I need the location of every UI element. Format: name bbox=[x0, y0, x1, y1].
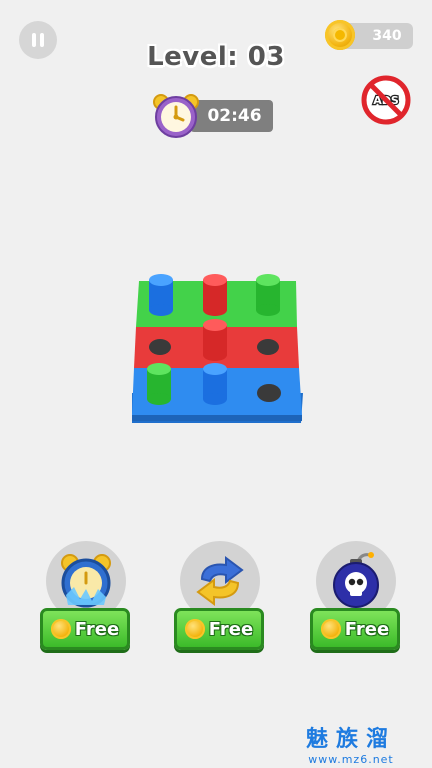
watermark: 魅族溜 www.mz6.net bbox=[296, 727, 406, 766]
board-hole[interactable] bbox=[149, 339, 171, 355]
booster-freeze[interactable]: Free bbox=[40, 541, 132, 651]
coin-icon bbox=[50, 619, 71, 639]
coin-icon bbox=[320, 619, 341, 639]
skull-bomb-icon bbox=[333, 552, 379, 608]
board-hole[interactable] bbox=[257, 384, 281, 402]
booster-bomb-free-button[interactable]: Free bbox=[310, 608, 400, 650]
shuffle-arrows-icon bbox=[196, 556, 244, 606]
no-ads-button[interactable]: ADS bbox=[361, 75, 411, 125]
peg-green[interactable] bbox=[147, 363, 171, 405]
booster-shuffle[interactable]: Free bbox=[174, 541, 266, 651]
free-label: Free bbox=[74, 618, 120, 640]
timer-display: 02:46 bbox=[190, 100, 273, 132]
booster-freeze-free-button[interactable]: Free bbox=[40, 608, 130, 650]
peg-red[interactable] bbox=[203, 274, 227, 316]
coin-icon bbox=[184, 619, 205, 639]
watermark-url: www.mz6.net bbox=[308, 753, 394, 766]
level-title: Level: 03 bbox=[147, 42, 285, 72]
peg-red[interactable] bbox=[203, 319, 227, 361]
booster-bomb[interactable]: Free bbox=[310, 541, 402, 651]
frozen-clock-icon bbox=[61, 554, 111, 608]
booster-shuffle-free-button[interactable]: Free bbox=[174, 608, 264, 650]
free-label: Free bbox=[344, 618, 390, 640]
board-hole[interactable] bbox=[257, 339, 279, 355]
free-label: Free bbox=[208, 618, 254, 640]
peg-board[interactable] bbox=[120, 255, 315, 440]
alarm-clock-icon bbox=[153, 94, 199, 138]
watermark-name: 魅族溜 bbox=[305, 727, 396, 752]
peg-green[interactable] bbox=[256, 274, 280, 316]
peg-blue[interactable] bbox=[149, 274, 173, 316]
peg-blue[interactable] bbox=[203, 363, 227, 405]
